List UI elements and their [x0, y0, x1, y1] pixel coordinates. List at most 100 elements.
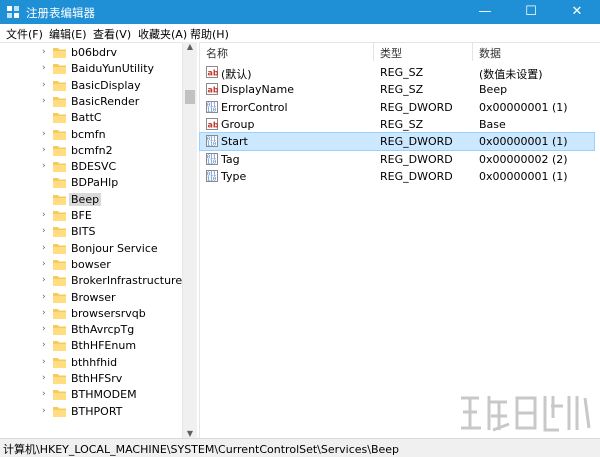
value-name: (默认): [221, 68, 252, 81]
tree-item[interactable]: › BITS: [0, 224, 180, 240]
tree-item[interactable]: › bowser: [0, 257, 180, 273]
tree-item[interactable]: › BasicDisplay: [0, 78, 180, 94]
column-header-type[interactable]: 类型: [374, 43, 473, 61]
tree-item[interactable]: › Browser: [0, 290, 180, 306]
chevron-right-icon[interactable]: ›: [42, 275, 46, 285]
menu-bar: 文件(F) 编辑(E) 查看(V) 收藏夹(A) 帮助(H): [0, 24, 600, 42]
menu-file[interactable]: 文件(F): [6, 26, 43, 42]
value-row[interactable]: 011 110 Tag REG_DWORD 0x00000002 (2): [200, 151, 594, 168]
tree-item[interactable]: › BFE: [0, 208, 180, 224]
tree-item[interactable]: › BthHFEnum: [0, 338, 180, 354]
tree-item-label: BaiduYunUtility: [71, 62, 155, 76]
maximize-button[interactable]: ☐: [508, 0, 554, 24]
tree-item[interactable]: › Bonjour Service: [0, 241, 180, 257]
value-name: Group: [221, 117, 255, 131]
folder-icon: [53, 325, 66, 336]
chevron-right-icon[interactable]: ›: [42, 292, 46, 302]
tree-item[interactable]: BattC: [0, 110, 180, 126]
chevron-right-icon[interactable]: ›: [42, 357, 46, 367]
chevron-right-icon[interactable]: ›: [42, 210, 46, 220]
tree-item[interactable]: › bcmfn2: [0, 143, 180, 159]
minimize-button[interactable]: —: [462, 0, 508, 24]
chevron-right-icon[interactable]: ›: [42, 243, 46, 253]
chevron-right-icon[interactable]: ›: [42, 324, 46, 334]
value-data: 0x00000001 (1): [479, 169, 568, 183]
chevron-right-icon[interactable]: ›: [42, 161, 46, 171]
chevron-right-icon[interactable]: ›: [42, 308, 46, 318]
value-type: REG_DWORD: [380, 100, 453, 114]
chevron-right-icon[interactable]: ›: [42, 80, 46, 90]
scrollbar-thumb[interactable]: [185, 90, 195, 104]
folder-icon: [53, 374, 66, 384]
value-type: REG_DWORD: [380, 135, 453, 149]
tree-item[interactable]: › b06bdrv: [0, 45, 180, 61]
column-header-name[interactable]: 名称: [200, 43, 374, 61]
tree-item-label: BthHFEnum: [71, 339, 137, 353]
chevron-right-icon[interactable]: ›: [42, 373, 46, 383]
column-name-label: 名称: [206, 47, 228, 60]
value-row[interactable]: 011 110 Type REG_DWORD 0x00000001 (1): [200, 168, 594, 185]
registry-tree[interactable]: › b06bdrv › BaiduYunUtility › BasicDisplay › Ba…: [0, 42, 196, 439]
menu-edit[interactable]: 编辑(E): [49, 26, 87, 42]
chevron-right-icon[interactable]: ›: [42, 226, 46, 236]
value-type: REG_SZ: [380, 66, 424, 79]
tree-item-label: BrokerInfrastructure: [71, 274, 183, 288]
string-value-icon: ab: [206, 83, 219, 96]
folder-icon: [53, 357, 66, 368]
chevron-right-icon[interactable]: ›: [42, 259, 46, 269]
menu-view[interactable]: 查看(V): [93, 26, 131, 42]
tree-item[interactable]: › BDESVC: [0, 159, 180, 175]
tree-item[interactable]: › BrokerInfrastructure: [0, 273, 183, 289]
svg-text:110: 110: [207, 142, 216, 148]
value-row[interactable]: ab Group REG_SZ Base: [200, 116, 594, 133]
chevron-right-icon[interactable]: ›: [42, 96, 46, 106]
chevron-right-icon[interactable]: ›: [42, 340, 46, 350]
chevron-right-icon[interactable]: ›: [42, 129, 46, 139]
tree-item[interactable]: › BthHFSrv: [0, 371, 180, 387]
folder-icon: [53, 308, 66, 319]
value-name: ErrorControl: [221, 100, 288, 114]
folder-icon: [53, 243, 66, 254]
value-type: REG_SZ: [380, 117, 424, 131]
chevron-right-icon[interactable]: ›: [42, 47, 46, 57]
tree-item-label: b06bdrv: [71, 46, 117, 59]
binary-value-icon: 011110: [206, 152, 218, 165]
close-button[interactable]: ✕: [554, 0, 600, 24]
svg-text:ab: ab: [208, 86, 219, 95]
values-pane[interactable]: 名称 类型 数据 ab (默认) REG_SZ (数值未设置) ab DisplayNam…: [199, 42, 600, 439]
menu-favorites[interactable]: 收藏夹(A): [138, 26, 187, 42]
column-type-label: 类型: [380, 47, 402, 60]
value-data: (数值未设置): [479, 68, 543, 81]
tree-item[interactable]: › BaiduYunUtility: [0, 61, 180, 77]
tree-item-label: BTHMODEM: [71, 388, 137, 402]
chevron-right-icon[interactable]: ›: [42, 406, 46, 416]
value-row[interactable]: ab (默认) REG_SZ (数值未设置): [200, 64, 594, 81]
value-row[interactable]: 011 110 Start REG_DWORD 0x00000001 (1): [199, 132, 595, 152]
tree-item[interactable]: › BTHMODEM: [0, 387, 180, 403]
tree-item[interactable]: › bcmfn: [0, 127, 180, 143]
tree-item-label: BITS: [71, 225, 96, 239]
tree-item[interactable]: › BTHPORT: [0, 404, 180, 420]
chevron-right-icon[interactable]: ›: [42, 389, 46, 399]
chevron-right-icon[interactable]: ›: [42, 145, 46, 155]
scroll-down-icon[interactable]: ▼: [183, 429, 197, 438]
tree-item-label: bcmfn: [71, 127, 106, 141]
tree-item[interactable]: Beep: [0, 192, 180, 208]
folder-icon: [53, 227, 66, 238]
tree-item[interactable]: › bthhfhid: [0, 355, 180, 371]
tree-scrollbar[interactable]: ▲ ▼: [182, 42, 197, 438]
tree-item-label: BasicDisplay: [71, 78, 141, 92]
tree-item-label: BDPaHlp: [71, 176, 119, 190]
tree-item[interactable]: › BasicRender: [0, 94, 180, 110]
column-header-data[interactable]: 数据: [473, 43, 600, 61]
chevron-right-icon[interactable]: ›: [42, 63, 46, 73]
menu-help[interactable]: 帮助(H): [190, 26, 229, 42]
scroll-up-icon[interactable]: ▲: [183, 42, 197, 51]
value-row[interactable]: 011 110 ErrorControl REG_DWORD 0x00000001 (1…: [200, 99, 594, 116]
svg-text:ab: ab: [208, 120, 219, 129]
tree-item[interactable]: BDPaHlp: [0, 175, 180, 191]
tree-item[interactable]: › browsersrvqb: [0, 306, 180, 322]
tree-item[interactable]: › BthAvrcpTg: [0, 322, 180, 338]
svg-text:110: 110: [207, 107, 216, 113]
value-row[interactable]: ab DisplayName REG_SZ Beep: [200, 81, 594, 98]
